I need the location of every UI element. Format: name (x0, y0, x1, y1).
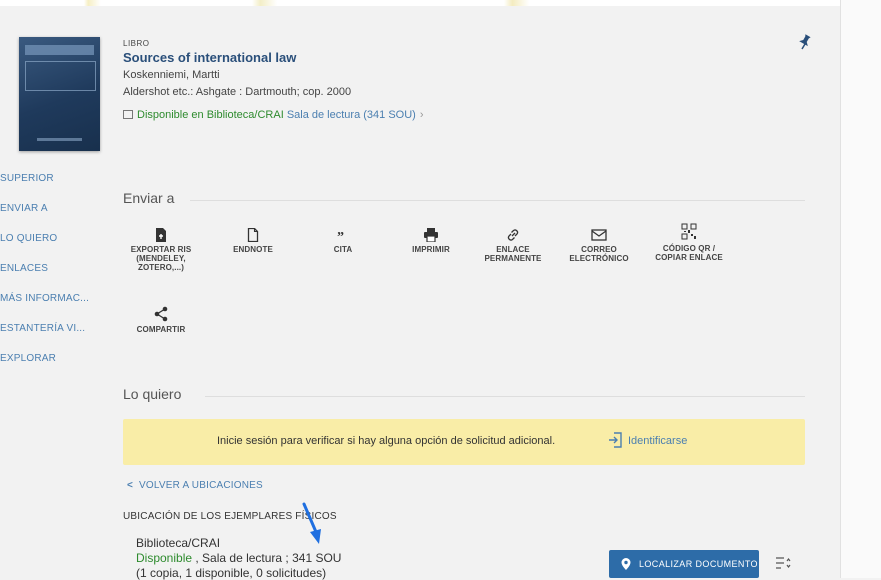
enlace-permanente-button[interactable]: ENLACE PERMANENTE (475, 228, 551, 263)
qr-code-button[interactable]: CÓDIGO QR / COPIAR ENLACE (646, 223, 732, 262)
printer-icon (424, 228, 438, 242)
book-icon (123, 110, 133, 119)
holding-status-line: Disponible , Sala de lectura ; 341 SOU (136, 551, 341, 565)
compartir-button[interactable]: COMPARTIR (123, 306, 199, 334)
record-publisher: Aldershot etc.: Ashgate : Dartmouth; cop… (123, 86, 352, 98)
correo-electronico-button[interactable]: CORREO ELECTRÓNICO (561, 228, 637, 263)
holding-location: , Sala de lectura ; 341 SOU (192, 551, 342, 565)
link-icon (507, 229, 519, 241)
top-strip (0, 0, 840, 6)
back-to-locations-link[interactable]: < VOLVER A UBICACIONES (127, 480, 263, 491)
nav-superior[interactable]: SUPERIOR (0, 172, 118, 202)
qr-code-icon (681, 223, 697, 240)
login-message: Inicie sesión para verificar si hay algu… (217, 435, 556, 447)
endnote-button[interactable]: ENDNOTE (215, 228, 291, 254)
locate-document-button[interactable]: LOCALIZAR DOCUMENTO (609, 550, 759, 578)
cita-button[interactable]: ” CITA (305, 228, 381, 254)
sort-filter-icon[interactable] (775, 556, 791, 570)
nav-mas-informacion[interactable]: MÁS INFORMAC... (0, 292, 118, 322)
availability-location: Sala de lectura (341 SOU) (286, 109, 416, 121)
pin-icon[interactable] (798, 34, 812, 50)
login-link[interactable]: Identificarse (628, 435, 687, 447)
export-ris-button[interactable]: EXPORTAR RIS (MENDELEY, ZOTERO,...) (123, 228, 199, 272)
send-to-heading: Enviar a (123, 190, 175, 206)
imprimir-button[interactable]: IMPRIMIR (393, 228, 469, 254)
share-icon (154, 306, 168, 322)
nav-enlaces[interactable]: ENLACES (0, 262, 118, 292)
book-cover-thumbnail[interactable] (19, 37, 100, 151)
document-icon (247, 228, 259, 242)
holding-library: Biblioteca/CRAI (136, 536, 221, 550)
nav-lo-quiero[interactable]: LO QUIERO (0, 232, 118, 262)
annotation-arrow-icon (302, 502, 321, 544)
availability-status: Disponible en Biblioteca/CRAI (137, 109, 284, 121)
holding-status: Disponible (136, 551, 193, 565)
want-heading: Lo quiero (123, 386, 182, 402)
right-panel (840, 0, 881, 578)
section-divider (190, 200, 805, 201)
record-type: LIBRO (123, 39, 150, 48)
nav-enviar-a[interactable]: ENVIAR A (0, 202, 118, 232)
section-divider (205, 396, 805, 397)
map-pin-icon (621, 558, 631, 570)
mail-icon (591, 229, 607, 241)
svg-text:”: ” (337, 230, 344, 242)
quote-icon: ” (337, 230, 344, 242)
record-title[interactable]: Sources of international law (123, 50, 296, 65)
nav-estanteria-virtual[interactable]: ESTANTERÍA VI... (0, 322, 118, 352)
section-nav: SUPERIOR ENVIAR A LO QUIERO ENLACES MÁS … (0, 172, 118, 382)
nav-explorar[interactable]: EXPLORAR (0, 352, 118, 382)
chevron-right-icon: › (419, 109, 424, 121)
login-banner: Inicie sesión para verificar si hay algu… (123, 419, 805, 465)
record-author: Koskenniemi, Martti (123, 69, 220, 81)
export-file-icon (156, 228, 166, 242)
sign-in-icon[interactable] (608, 432, 622, 448)
availability-line[interactable]: Disponible en Biblioteca/CRAI Sala de le… (123, 109, 424, 121)
chevron-left-icon: < (127, 480, 134, 491)
